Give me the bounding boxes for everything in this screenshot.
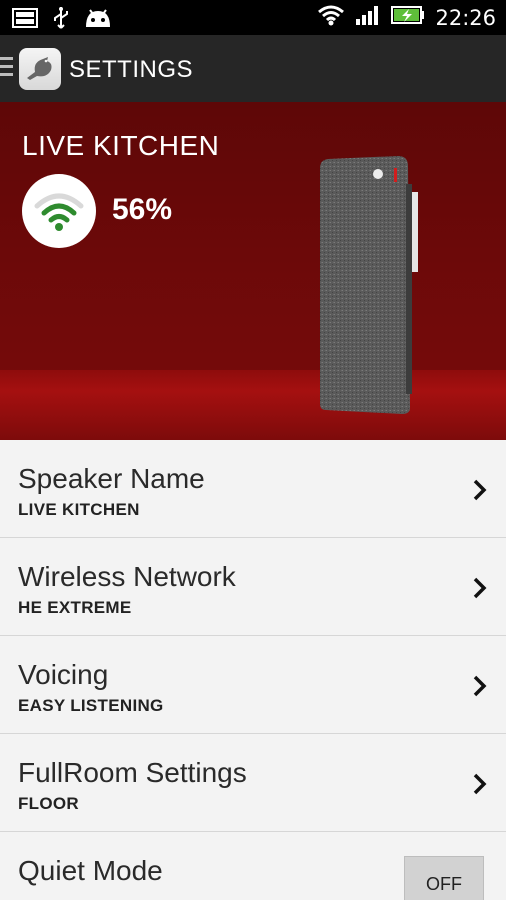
setting-wireless-network[interactable]: Wireless Network HE EXTREME: [0, 538, 506, 636]
setting-value: EASY LISTENING: [18, 696, 164, 715]
bird-logo-icon[interactable]: [19, 48, 61, 90]
setting-title: Speaker Name: [18, 463, 205, 494]
chevron-right-icon: [473, 479, 487, 501]
wifi-signal-badge: [22, 174, 96, 248]
action-bar: SETTINGS: [0, 35, 506, 102]
wifi-signal-icon: [34, 193, 84, 231]
setting-title: Wireless Network: [18, 561, 236, 592]
image-notification-icon: [12, 8, 38, 33]
setting-title: Voicing: [18, 659, 109, 690]
drawer-menu-icon[interactable]: [0, 57, 14, 79]
setting-title: Quiet Mode: [18, 855, 163, 886]
setting-fullroom[interactable]: FullRoom Settings FLOOR: [0, 734, 506, 832]
wifi-icon: [317, 4, 345, 31]
hero-speaker-name: LIVE KITCHEN: [22, 130, 220, 161]
speaker-image: [320, 156, 418, 414]
usb-icon: [52, 6, 70, 35]
signal-icon: [355, 4, 381, 31]
speaker-hero: LIVE KITCHEN 56%: [0, 102, 506, 440]
setting-quiet-mode: Quiet Mode OFF: [0, 832, 506, 900]
quiet-mode-toggle[interactable]: OFF: [404, 856, 484, 900]
battery-charging-icon: [391, 5, 425, 30]
chevron-right-icon: [473, 675, 487, 697]
settings-list: Speaker Name LIVE KITCHEN Wireless Netwo…: [0, 440, 506, 900]
setting-value: HE EXTREME: [18, 598, 132, 617]
chevron-right-icon: [473, 773, 487, 795]
setting-speaker-name[interactable]: Speaker Name LIVE KITCHEN: [0, 440, 506, 538]
status-time: 22:26: [435, 5, 496, 30]
setting-title: FullRoom Settings: [18, 757, 247, 788]
page-title: SETTINGS: [69, 56, 194, 83]
signal-strength-value: 56%: [112, 193, 173, 226]
setting-value: FLOOR: [18, 794, 79, 813]
setting-value: LIVE KITCHEN: [18, 500, 140, 519]
android-debug-icon: [84, 7, 112, 34]
setting-voicing[interactable]: Voicing EASY LISTENING: [0, 636, 506, 734]
hero-floor: [0, 370, 506, 440]
chevron-right-icon: [473, 577, 487, 599]
status-bar: 22:26: [0, 0, 506, 35]
